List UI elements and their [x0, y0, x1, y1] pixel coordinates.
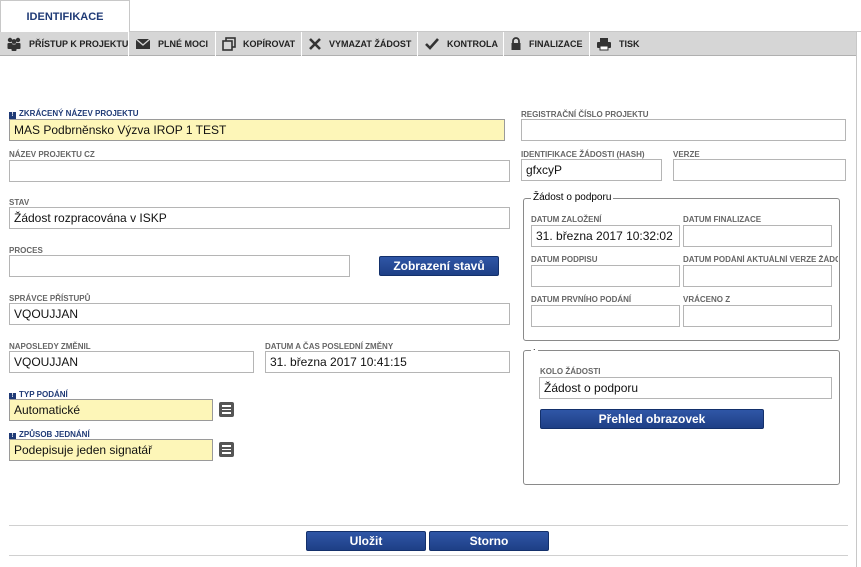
hash-field: gfxcyP [521, 159, 662, 181]
name-cz-field[interactable] [9, 160, 510, 182]
delete-request-button[interactable]: VYMAZAT ŽÁDOST [302, 32, 418, 56]
submitted-current-field [683, 265, 832, 287]
footer-bottom-divider [9, 555, 848, 556]
cancel-button[interactable]: Storno [429, 531, 549, 551]
round-group-legend: . [531, 342, 538, 352]
admin-label: SPRÁVCE PŘÍSTUPŮ [9, 294, 91, 303]
finalize-button[interactable]: FINALIZACE [504, 32, 590, 56]
last-changed-by-field: VQOUJJAN [9, 351, 254, 373]
finalized-label: DATUM FINALIZACE [683, 215, 762, 224]
returned-label: VRÁCENO Z [683, 295, 731, 304]
type-field[interactable]: Automatické [9, 399, 213, 421]
right-scroll-edge [856, 32, 857, 567]
name-cz-label: NÁZEV PROJEKTU CZ [9, 150, 95, 159]
version-label: VERZE [673, 150, 700, 159]
save-button[interactable]: Uložit [306, 531, 426, 551]
check-button[interactable]: KONTROLA [418, 32, 504, 56]
last-changed-by-label: NAPOSLEDY ZMĚNIL [9, 342, 91, 351]
submitted-current-label: DATUM PODÁNÍ AKTUÁLNÍ VERZE ŽÁDOSTI [683, 255, 838, 264]
signed-label: DATUM PODPISU [531, 255, 598, 264]
print-button[interactable]: TISK [590, 32, 650, 56]
process-label: PROCES [9, 246, 43, 255]
footer-top-divider [9, 525, 848, 526]
envelope-icon [135, 38, 151, 49]
cross-icon [309, 38, 321, 50]
access-button[interactable]: PŘÍSTUP K PROJEKTU [0, 32, 129, 56]
returned-field [683, 305, 832, 327]
process-field[interactable] [9, 255, 350, 277]
last-change-label: DATUM A ČAS POSLEDNÍ ZMĚNY [265, 342, 394, 351]
power-of-attorney-label: PLNÉ MOCI [158, 39, 209, 49]
created-field: 31. března 2017 10:32:02 [531, 225, 680, 247]
signed-field [531, 265, 680, 287]
tab-identifikace-operace[interactable]: IDENTIFIKACE OPERACE [0, 0, 130, 55]
first-submitted-field [531, 305, 680, 327]
finalize-label: FINALIZACE [529, 39, 583, 49]
created-label: DATUM ZALOŽENÍ [531, 215, 602, 224]
delete-request-label: VYMAZAT ŽÁDOST [329, 39, 412, 49]
lock-icon [511, 37, 521, 50]
copy-icon [222, 37, 236, 51]
show-states-button[interactable]: Zobrazení stavů [379, 256, 499, 276]
admin-field: VQOUJJAN [9, 303, 510, 325]
check-icon [425, 38, 439, 50]
required-icon: ! [9, 112, 16, 119]
reg-no-label: REGISTRAČNÍ ČÍSLO PROJEKTU [521, 110, 649, 119]
state-field: Žádost rozpracována v ISKP [9, 207, 510, 229]
printer-icon [597, 38, 611, 51]
type-list-icon[interactable] [219, 402, 234, 417]
last-change-field: 31. března 2017 10:41:15 [265, 351, 510, 373]
method-field[interactable]: Podepisuje jeden signatář [9, 439, 213, 461]
method-list-icon[interactable] [219, 442, 234, 457]
round-label: KOLO ŽÁDOSTI [540, 367, 601, 376]
version-field [673, 159, 846, 181]
state-label: STAV [9, 198, 30, 207]
check-label: KONTROLA [447, 39, 498, 49]
support-group-legend: Žádost o podporu [531, 192, 614, 203]
finalized-field [683, 225, 832, 247]
round-field: Žádost o podporu [539, 377, 832, 399]
first-submitted-label: DATUM PRVNÍHO PODÁNÍ [531, 295, 632, 304]
print-label: TISK [619, 39, 640, 49]
copy-button[interactable]: KOPÍROVAT [216, 32, 302, 56]
short-name-label: ! ZKRÁCENÝ NÁZEV PROJEKTU [9, 109, 139, 119]
access-label: PŘÍSTUP K PROJEKTU [29, 39, 129, 49]
screens-overview-button[interactable]: Přehled obrazovek [540, 409, 764, 429]
hash-label: IDENTIFIKACE ŽÁDOSTI (HASH) [521, 150, 645, 159]
toolbar: PŘÍSTUP K PROJEKTU PLNÉ MOCI KOPÍROVAT V… [0, 32, 857, 56]
copy-label: KOPÍROVAT [243, 39, 296, 49]
people-icon [7, 37, 21, 51]
short-name-field[interactable]: MAS Podbrněnsko Výzva IROP 1 TEST [9, 119, 505, 141]
reg-no-field [521, 119, 846, 141]
power-of-attorney-button[interactable]: PLNÉ MOCI [129, 32, 216, 56]
